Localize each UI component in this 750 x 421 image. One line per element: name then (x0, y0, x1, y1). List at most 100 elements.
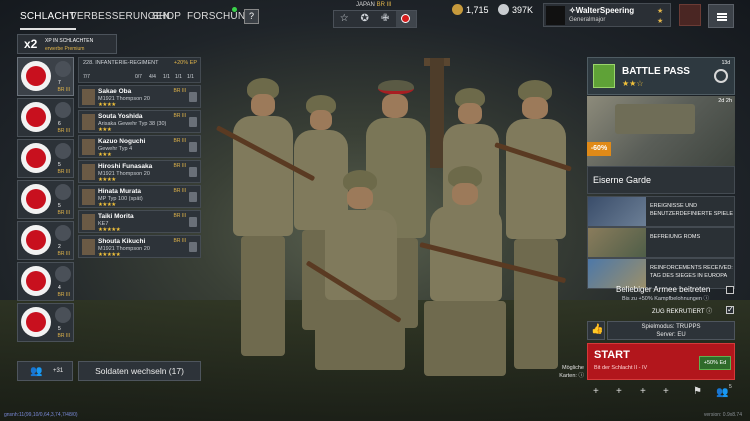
soldier-row[interactable]: Souta Yoshida Arisaka Gewehr Typ 38 (30) ★… (78, 110, 201, 133)
offer-title-bar[interactable]: Eiserne Garde (587, 166, 735, 194)
soldier-stars: ★★★★ (98, 202, 116, 208)
cross-icon[interactable]: ✙ (375, 11, 396, 27)
br-badge: BR III (57, 251, 70, 257)
br-badge: BR III (57, 210, 70, 216)
add-member-button[interactable]: + (593, 386, 599, 397)
maps-label: Mögliche Karten: ⓘ (559, 365, 584, 379)
info-icon[interactable]: ⓘ (704, 296, 710, 302)
info-icon[interactable]: ⓘ (706, 309, 712, 315)
squad-slot[interactable]: 2 BR III (17, 221, 74, 260)
event-card[interactable]: EREIGNISSE UND BENUTZERDEFINIERTE SPIELE (587, 196, 735, 227)
class-icon (189, 167, 197, 177)
squad-count: 6 (58, 121, 61, 127)
change-soldiers-button[interactable]: Soldaten wechseln (17) (78, 361, 201, 381)
version-label: version: 0.9x8.74 (703, 412, 742, 418)
mode-selector[interactable]: ☆ ✪ ✙ (333, 10, 417, 28)
event-thumbnail (588, 228, 646, 257)
squad-slot[interactable]: 5 BR III (17, 139, 74, 178)
class-icon (189, 117, 197, 127)
gold-coin-icon (498, 4, 509, 15)
battle-pass-title: BATTLE PASS (622, 66, 690, 77)
add-member-button[interactable]: + (616, 386, 622, 397)
soldier-row[interactable]: Shouta Kikuchi M1921 Thompson 20 ★★★★★ BR I… (78, 235, 201, 258)
mode-japan[interactable] (395, 11, 416, 27)
soldier-portrait (82, 139, 95, 155)
soldier-portrait (82, 89, 95, 105)
event-card[interactable]: BEFREIUNG ROMS (587, 227, 735, 258)
start-button[interactable]: START Bit der Schlacht II - IV +50% Ed (587, 343, 735, 380)
event-thumbnail (588, 259, 646, 288)
br-badge: BR III (57, 87, 70, 93)
roster-header: 228. INFANTERIE-REGIMENT +20% EP 7/7 0/7… (78, 57, 201, 83)
soldier-stars: ★★★★★ (98, 252, 121, 258)
star-icon[interactable]: ☆ (334, 11, 355, 27)
battle-pass-image[interactable]: 2d 2h -60% (587, 96, 735, 166)
rank-star-icon: ★ (657, 8, 664, 15)
squad-slot[interactable]: 7 BR III (17, 57, 74, 96)
weapon-icon (55, 102, 71, 118)
squad-count: 7 (58, 80, 61, 86)
soldier-name: Kazuo Noguchi (98, 138, 146, 145)
game-mode-text: Spielmodus: TRUPPS (641, 324, 701, 330)
flag-icon[interactable]: ⚑ (693, 386, 702, 397)
join-any-army-checkbox[interactable] (726, 286, 734, 294)
squad-size: 7/7 (83, 74, 90, 80)
join-any-army-label: Beliebiger Armee beitreten (616, 285, 711, 294)
weapon-icon (55, 61, 71, 77)
soldier-row[interactable]: Hinata Murata MP Typ 100 (spät) ★★★★ BR III (78, 185, 201, 208)
rank-badge-icon[interactable] (679, 4, 701, 26)
squad-slot[interactable]: 5 BR III (17, 303, 74, 342)
soldier-name: Taiki Morita (98, 213, 134, 220)
weapon-icon (55, 143, 71, 159)
xp-premium-box[interactable]: x2 XP IN SCHLACHTEN erwerbe Premium (17, 34, 117, 54)
br-badge: BR III (57, 169, 70, 175)
br-badge: BR III (173, 163, 186, 169)
squad-count: 5 (58, 162, 61, 168)
group-icon[interactable]: 👥 (716, 387, 728, 398)
soldier-name: Sakae Oba (98, 88, 132, 95)
squad-slot[interactable]: 6 BR III (17, 98, 74, 137)
soldier-stars: ★★★★ (98, 177, 116, 183)
class-icon (189, 92, 197, 102)
xp-multiplier: x2 (24, 37, 38, 51)
recruit-label: ZUG REKRUTIERT ⓘ (652, 309, 713, 315)
player-profile[interactable]: ✧WalterSpeering Generalmajor ★ ★ (543, 3, 671, 27)
help-button[interactable]: ? (244, 9, 259, 24)
squad-slot[interactable]: 4 BR III (17, 262, 74, 301)
soldier-row[interactable]: Kazuo Noguchi Gewehr Typ 4 ★★★ BR III (78, 135, 201, 158)
br-badge: BR III (173, 113, 186, 119)
tab-battle[interactable]: SCHLACHT (20, 11, 76, 30)
boost-badge[interactable]: +50% Ed (699, 356, 731, 370)
menu-button[interactable] (708, 4, 734, 28)
soldier-stars: ★★★★ (98, 102, 116, 108)
soldier-row[interactable]: Hiroshi Funasaka M1921 Thompson 20 ★★★★ BR … (78, 160, 201, 183)
stat-value: 1/1 (175, 74, 182, 80)
br-badge: BR III (57, 333, 70, 339)
squad-slot[interactable]: 5 BR III (17, 180, 74, 219)
soldier-name: Hinata Murata (98, 188, 141, 195)
br-badge: BR III (57, 128, 70, 134)
game-mode-button[interactable]: Spielmodus: TRUPPS Server: EU (607, 321, 735, 340)
add-member-button[interactable]: + (640, 386, 646, 397)
battle-pass-header[interactable]: BATTLE PASS ★★☆ 13d (587, 57, 735, 95)
thumbs-up-button[interactable]: 👍 (587, 321, 605, 340)
soldier-row[interactable]: Taiki Morita KE7 ★★★★★ BR III (78, 210, 201, 233)
weapon-icon (55, 307, 71, 323)
start-subtitle: Bit der Schlacht II - IV (594, 365, 648, 371)
battle-pass-level: 13d (721, 60, 730, 66)
soldier-name: Souta Yoshida (98, 113, 143, 120)
check-icon: ✓ (727, 305, 734, 314)
soldier-row[interactable]: Sakae Oba M1921 Thompson 20 ★★★★ BR III (78, 85, 201, 108)
stat-value: 0/7 (135, 74, 142, 80)
recruit-checkbox[interactable]: ✓ (726, 305, 734, 314)
invite-button[interactable]: 👥 +31 (17, 361, 73, 381)
medal-icon[interactable]: ✪ (355, 11, 376, 27)
soldier-figure (420, 166, 510, 386)
info-icon[interactable]: ⓘ (578, 373, 584, 379)
soldier-figure (500, 80, 570, 380)
tab-shop[interactable]: SHOP (152, 11, 181, 22)
squad-count: 4 (58, 285, 61, 291)
xp-premium-link[interactable]: erwerbe Premium (45, 46, 84, 52)
add-member-button[interactable]: + (663, 386, 669, 397)
weapon-icon (55, 266, 71, 282)
